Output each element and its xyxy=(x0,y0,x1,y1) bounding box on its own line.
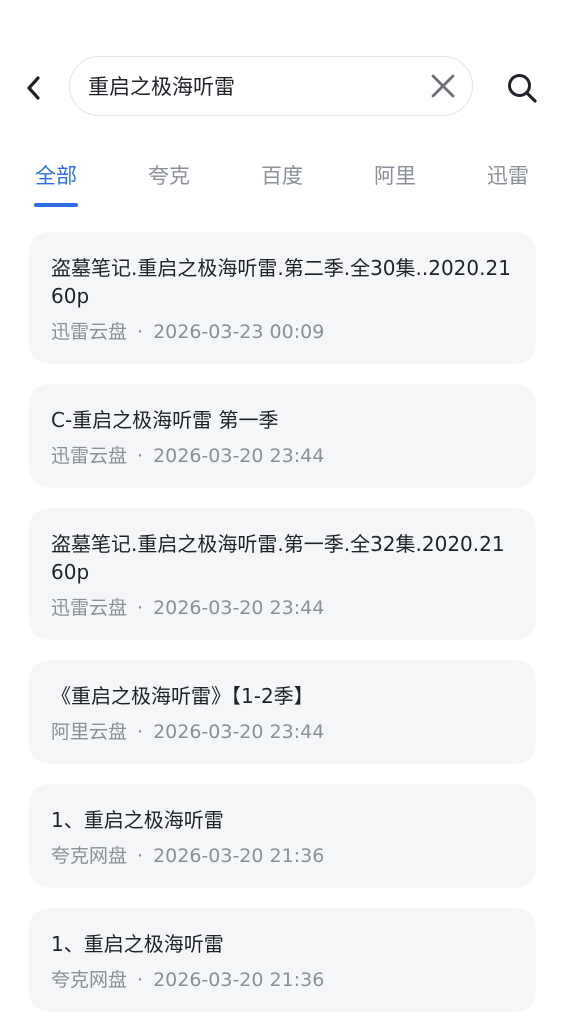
result-card[interactable]: 盗墓笔记.重启之极海听雷.第一季.全32集.2020.2160p 迅雷云盘 · 20… xyxy=(29,508,536,640)
tab-baidu[interactable]: 百度 xyxy=(260,160,304,208)
result-date: 2026-03-20 21:36 xyxy=(153,845,325,867)
tab-all[interactable]: 全部 xyxy=(34,160,78,208)
result-date: 2026-03-20 21:36 xyxy=(153,969,325,991)
tab-quark[interactable]: 夸克 xyxy=(147,160,191,208)
result-title: 《重启之极海听雷》【1-2季】 xyxy=(51,684,314,708)
result-source: 迅雷云盘 xyxy=(51,445,128,467)
meta-separator: · xyxy=(137,969,144,991)
search-button[interactable] xyxy=(500,66,544,110)
meta-separator: · xyxy=(137,445,144,467)
search-box xyxy=(69,56,473,116)
result-meta: 夸克网盘 · 2026-03-20 21:36 xyxy=(51,968,514,992)
result-date: 2026-03-23 00:09 xyxy=(153,321,325,343)
result-title: C-重启之极海听雷 第一季 xyxy=(51,408,279,432)
result-meta: 迅雷云盘 · 2026-03-20 23:44 xyxy=(51,444,514,468)
back-button[interactable] xyxy=(14,68,54,108)
result-title: 1、重启之极海听雷 xyxy=(51,808,224,832)
search-header xyxy=(0,56,564,120)
meta-separator: · xyxy=(137,321,144,343)
result-title: 1、重启之极海听雷 xyxy=(51,932,224,956)
chevron-left-icon xyxy=(27,76,40,100)
clear-search-button[interactable] xyxy=(428,71,458,101)
source-tabs: 全部 夸克 百度 阿里 迅雷 xyxy=(0,160,564,212)
result-date: 2026-03-20 23:44 xyxy=(153,721,325,743)
result-title: 盗墓笔记.重启之极海听雷.第二季.全30集..2020.2160p xyxy=(51,256,511,308)
meta-separator: · xyxy=(137,597,144,619)
meta-separator: · xyxy=(137,721,144,743)
result-source: 夸克网盘 xyxy=(51,969,128,991)
result-meta: 夸克网盘 · 2026-03-20 21:36 xyxy=(51,844,514,868)
tab-xunlei[interactable]: 迅雷 xyxy=(486,160,530,208)
result-source: 夸克网盘 xyxy=(51,845,128,867)
result-card[interactable]: 1、重启之极海听雷 夸克网盘 · 2026-03-20 21:36 xyxy=(29,908,536,1012)
search-input[interactable] xyxy=(88,57,408,114)
result-source: 阿里云盘 xyxy=(51,721,128,743)
result-source: 迅雷云盘 xyxy=(51,321,128,343)
result-source: 迅雷云盘 xyxy=(51,597,128,619)
tab-aliyun[interactable]: 阿里 xyxy=(373,160,417,208)
search-icon xyxy=(508,74,537,103)
active-tab-indicator xyxy=(34,203,78,207)
result-meta: 阿里云盘 · 2026-03-20 23:44 xyxy=(51,720,514,744)
result-card[interactable]: C-重启之极海听雷 第一季 迅雷云盘 · 2026-03-20 23:44 xyxy=(29,384,536,488)
result-meta: 迅雷云盘 · 2026-03-23 00:09 xyxy=(51,320,514,344)
result-meta: 迅雷云盘 · 2026-03-20 23:44 xyxy=(51,596,514,620)
result-card[interactable]: 《重启之极海听雷》【1-2季】 阿里云盘 · 2026-03-20 23:44 xyxy=(29,660,536,764)
result-list: 盗墓笔记.重启之极海听雷.第二季.全30集..2020.2160p 迅雷云盘 · 2… xyxy=(29,232,536,1032)
close-icon xyxy=(431,74,455,98)
result-date: 2026-03-20 23:44 xyxy=(153,597,325,619)
result-title: 盗墓笔记.重启之极海听雷.第一季.全32集.2020.2160p xyxy=(51,532,505,584)
result-card[interactable]: 1、重启之极海听雷 夸克网盘 · 2026-03-20 21:36 xyxy=(29,784,536,888)
meta-separator: · xyxy=(137,845,144,867)
result-date: 2026-03-20 23:44 xyxy=(153,445,325,467)
result-card[interactable]: 盗墓笔记.重启之极海听雷.第二季.全30集..2020.2160p 迅雷云盘 · 2… xyxy=(29,232,536,364)
